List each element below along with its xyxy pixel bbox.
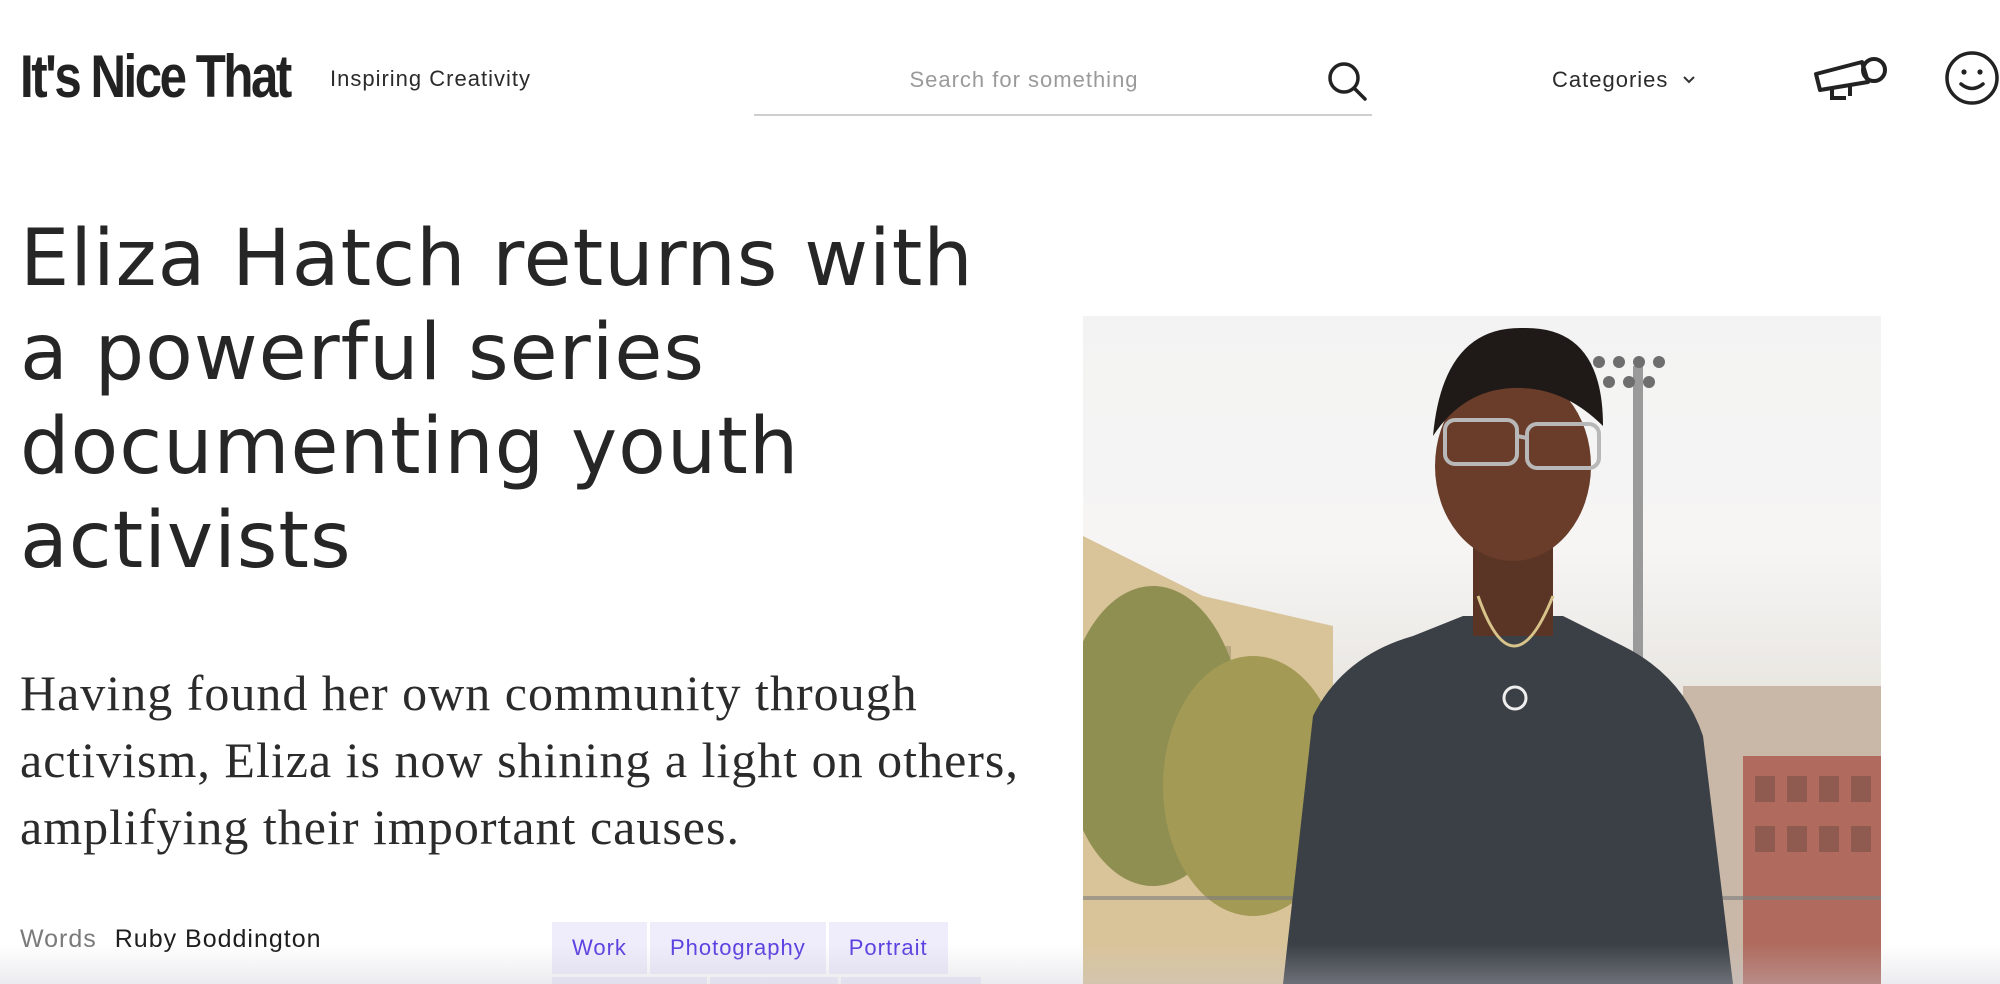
search-icon [1328,62,1367,101]
tag-photography[interactable]: Photography [649,922,826,974]
tag-portrait[interactable]: Portrait [828,922,948,974]
byline: Words Ruby Boddington [20,925,322,954]
byline-label: Words [20,925,97,953]
article-standfirst: Having found her own community through a… [20,665,1019,855]
page: It's Nice That Inspiring Creativity Cate… [0,0,2000,984]
search-bar [754,50,1372,116]
site-tagline: Inspiring Creativity [330,66,531,91]
tag-list-second-row [552,977,981,984]
categories-label: Categories [1552,67,1669,92]
tag-list: Work Photography Portrait [552,922,948,974]
article-headline: Eliza Hatch returns with a powerful seri… [20,214,974,586]
byline-author-link[interactable]: Ruby Boddington [115,925,322,953]
hero-image [1083,316,1881,984]
hero-photo-illustration [1083,327,1881,984]
chevron-down-icon [1683,76,1696,84]
tag-work[interactable]: Work [552,922,647,974]
megaphone-icon[interactable] [1812,52,1890,100]
categories-dropdown[interactable]: Categories [1552,64,1696,96]
site-logo[interactable]: It's Nice That [20,42,292,112]
smiley-icon[interactable] [1944,50,2000,106]
search-input[interactable] [754,60,1294,100]
search-button[interactable] [1322,56,1372,106]
